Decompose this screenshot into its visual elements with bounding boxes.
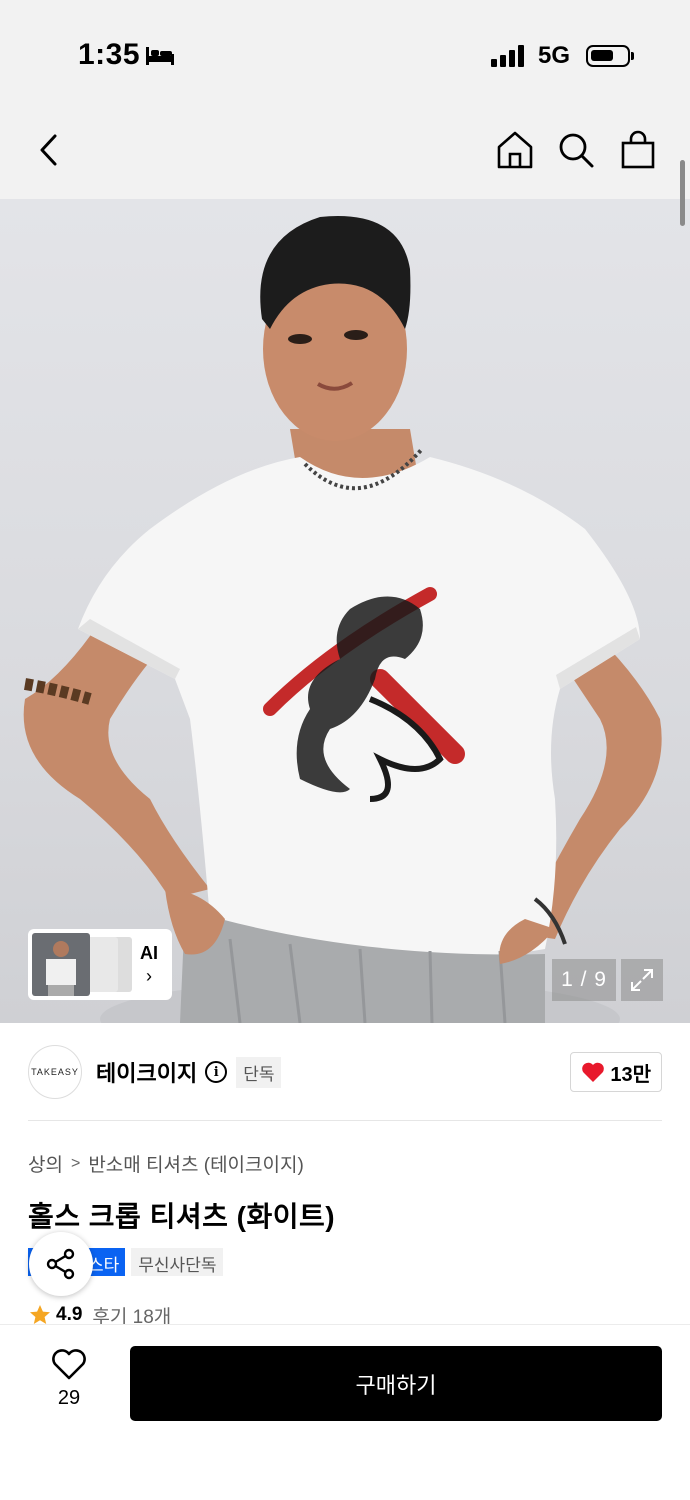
wishlist-button[interactable]: 29 [44, 1349, 94, 1410]
ai-fitting-card[interactable]: AI › [28, 929, 172, 1000]
wishlist-count: 29 [57, 1387, 81, 1409]
rating-value: 4.9 [56, 1304, 83, 1325]
expand-icon [631, 969, 653, 991]
brand-like-button[interactable]: 13만 [570, 1052, 662, 1092]
share-icon [46, 1248, 75, 1280]
exclusive-badge: 단독 [236, 1056, 282, 1088]
brand-row: TAKEASY 테이크이지 i 단독 13만 [28, 1044, 662, 1100]
signal-icon [490, 45, 524, 67]
status-time: 1:35 [78, 38, 141, 71]
battery-icon [586, 45, 634, 67]
heart-outline-icon [52, 1349, 86, 1380]
network-label: 5G [537, 42, 570, 69]
breadcrumb: 상의 > 반소매 티셔츠 (테이크이지) [28, 1150, 304, 1177]
brand-logo[interactable]: TAKEASY [28, 1045, 82, 1099]
product-title: 홀스 크롭 티셔츠 (화이트) [28, 1201, 336, 1232]
breadcrumb-category[interactable]: 상의 [28, 1150, 63, 1177]
cart-button[interactable] [616, 128, 660, 172]
search-icon [559, 133, 594, 168]
model-photo [23, 216, 662, 1023]
brand-like-count: 13만 [610, 1063, 651, 1086]
chevron-left-icon [40, 134, 57, 166]
ai-label: AI [140, 942, 158, 963]
back-button[interactable] [26, 128, 70, 172]
sleep-icon [145, 44, 175, 71]
bottom-action-bar: 29 구매하기 [0, 1324, 690, 1500]
breadcrumb-subcategory[interactable]: 반소매 티셔츠 (테이크이지) [88, 1150, 304, 1177]
shopping-bag-icon [621, 130, 655, 169]
ai-link: AI › [140, 943, 158, 987]
buy-button[interactable]: 구매하기 [130, 1346, 662, 1421]
heart-filled-icon [582, 1062, 605, 1082]
nav-bar [0, 100, 690, 199]
info-icon[interactable]: i [205, 1061, 228, 1083]
brand-name[interactable]: 테이크이지 [96, 1056, 197, 1088]
home-button[interactable] [493, 128, 537, 172]
scroll-indicator[interactable] [680, 160, 685, 226]
search-button[interactable] [554, 128, 598, 172]
brand-logo-text: TAKEASY [31, 1067, 79, 1077]
expand-image-button[interactable] [621, 959, 663, 1001]
tag-exclusive: 무신사단독 [131, 1248, 224, 1276]
thumbnail-stack [32, 933, 132, 996]
status-bar: 1:35 5G [0, 0, 690, 100]
home-icon [497, 131, 533, 169]
chevron-right-icon: › [146, 965, 152, 986]
image-page-counter: 1 / 9 [552, 959, 616, 1001]
share-button[interactable] [29, 1232, 93, 1296]
status-indicators: 5G [490, 42, 634, 70]
product-image[interactable] [0, 199, 690, 1023]
divider [28, 1120, 662, 1121]
breadcrumb-separator: > [70, 1154, 81, 1172]
